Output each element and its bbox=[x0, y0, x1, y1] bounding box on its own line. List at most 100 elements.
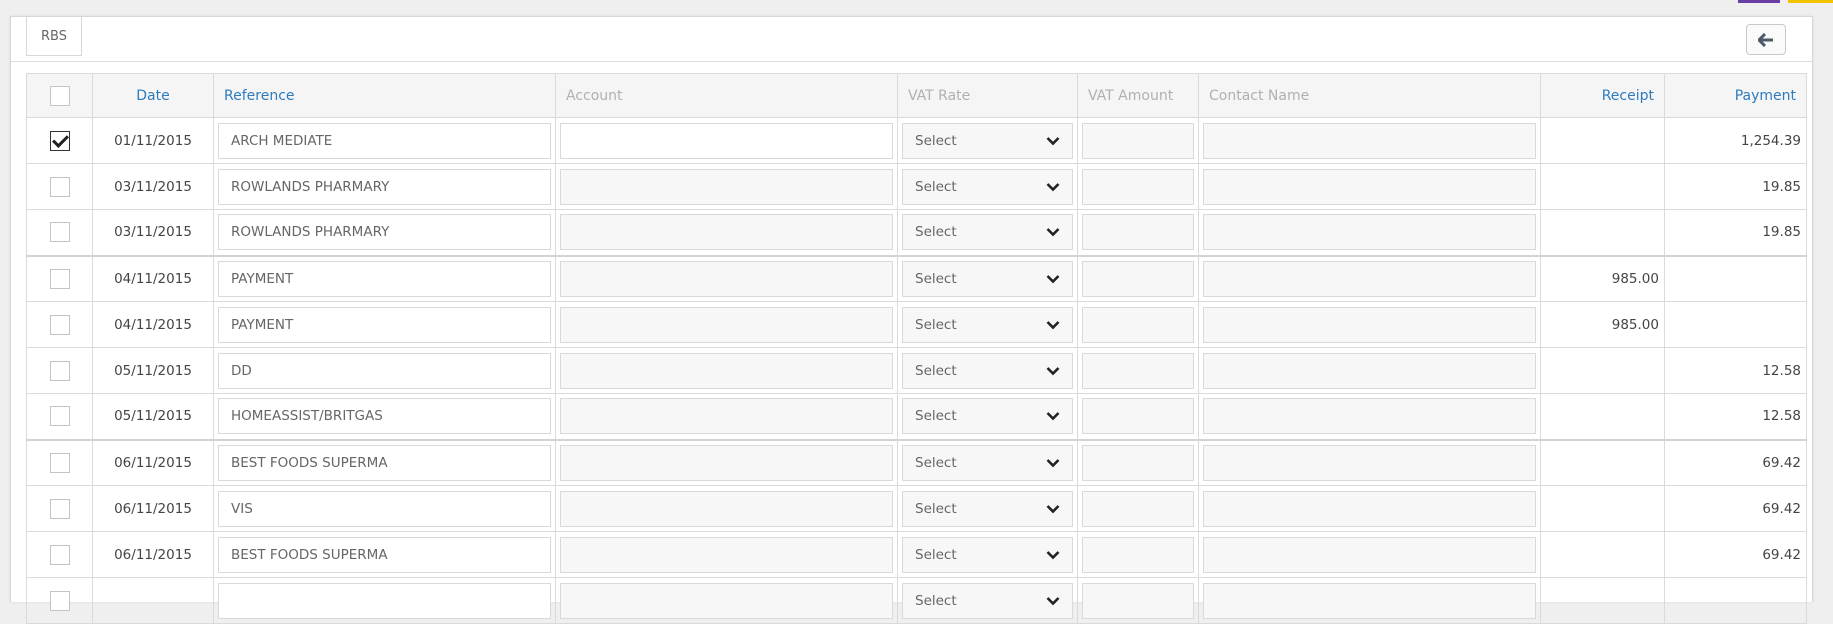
contact-name-field[interactable] bbox=[1203, 122, 1536, 159]
vat-rate-select[interactable]: Select bbox=[902, 398, 1073, 435]
account-field[interactable] bbox=[560, 490, 893, 527]
reference-field[interactable]: BEST FOODS SUPERMA bbox=[218, 536, 551, 573]
reference-field[interactable]: HOMEASSIST/BRITGAS bbox=[218, 398, 551, 435]
reference-field[interactable]: DD bbox=[218, 352, 551, 389]
vat-rate-select[interactable]: Select bbox=[902, 214, 1073, 251]
row-checkbox[interactable] bbox=[49, 498, 70, 519]
back-button[interactable] bbox=[1746, 24, 1786, 55]
row-checkbox[interactable] bbox=[49, 544, 70, 565]
vat-rate-select[interactable]: Select bbox=[902, 536, 1073, 573]
vat-amount-field[interactable] bbox=[1082, 168, 1194, 205]
contact-name-cell bbox=[1198, 531, 1541, 578]
account-field[interactable] bbox=[560, 536, 893, 573]
row-receipt bbox=[1540, 209, 1665, 256]
vat-rate-select[interactable]: Select bbox=[902, 444, 1073, 481]
vat-amount-field[interactable] bbox=[1082, 490, 1194, 527]
vat-amount-field[interactable] bbox=[1082, 306, 1194, 343]
vat-rate-select[interactable]: Select bbox=[902, 306, 1073, 343]
vat-amount-cell bbox=[1077, 117, 1199, 164]
vat-rate-select[interactable]: Select bbox=[902, 168, 1073, 205]
vat-rate-value: Select bbox=[915, 178, 957, 195]
corner-accent-purple bbox=[1738, 0, 1780, 3]
vat-amount-field[interactable] bbox=[1082, 398, 1194, 435]
column-header-reference[interactable]: Reference bbox=[213, 73, 556, 118]
vat-rate-cell: Select bbox=[897, 438, 1078, 486]
select-all-cell bbox=[26, 73, 93, 118]
contact-name-field[interactable] bbox=[1203, 260, 1536, 297]
row-checkbox[interactable] bbox=[49, 130, 70, 151]
vat-rate-select[interactable]: Select bbox=[902, 260, 1073, 297]
row-payment: 69.42 bbox=[1664, 438, 1807, 486]
tab-rbs[interactable]: RBS bbox=[26, 17, 82, 56]
account-field[interactable] bbox=[560, 168, 893, 205]
account-cell bbox=[555, 438, 898, 486]
vat-amount-cell bbox=[1077, 393, 1199, 440]
reference-field[interactable]: PAYMENT bbox=[218, 260, 551, 297]
contact-name-field[interactable] bbox=[1203, 490, 1536, 527]
row-receipt: 985.00 bbox=[1540, 254, 1665, 302]
row-payment: 12.58 bbox=[1664, 393, 1807, 440]
contact-name-cell bbox=[1198, 301, 1541, 348]
reference-field[interactable]: BEST FOODS SUPERMA bbox=[218, 444, 551, 481]
row-checkbox[interactable] bbox=[49, 268, 70, 289]
vat-rate-cell: Select bbox=[897, 393, 1078, 440]
row-receipt bbox=[1540, 438, 1665, 486]
vat-rate-select[interactable]: Select bbox=[902, 122, 1073, 159]
row-checkbox[interactable] bbox=[49, 360, 70, 381]
vat-rate-select[interactable]: Select bbox=[902, 352, 1073, 389]
account-field[interactable] bbox=[560, 260, 893, 297]
chevron-down-icon bbox=[1046, 228, 1060, 237]
chevron-down-icon bbox=[1046, 366, 1060, 375]
row-date: 04/11/2015 bbox=[92, 301, 214, 348]
contact-name-field[interactable] bbox=[1203, 444, 1536, 481]
account-field[interactable] bbox=[560, 122, 893, 159]
account-field[interactable] bbox=[560, 214, 893, 251]
contact-name-field[interactable] bbox=[1203, 168, 1536, 205]
row-checkbox[interactable] bbox=[49, 406, 70, 427]
row-select-cell bbox=[26, 117, 93, 164]
vat-amount-field[interactable] bbox=[1082, 352, 1194, 389]
column-header-receipt[interactable]: Receipt bbox=[1540, 73, 1665, 118]
vat-amount-field[interactable] bbox=[1082, 260, 1194, 297]
vat-amount-field[interactable] bbox=[1082, 536, 1194, 573]
table-row: 06/11/2015 VIS Select 69.42 bbox=[26, 485, 1807, 532]
vat-amount-field[interactable] bbox=[1082, 122, 1194, 159]
reference-cell: BEST FOODS SUPERMA bbox=[213, 531, 556, 578]
vat-rate-cell: Select bbox=[897, 209, 1078, 256]
table-row: 01/11/2015 ARCH MEDIATE Select 1,254.39 bbox=[26, 117, 1807, 164]
account-field[interactable] bbox=[560, 444, 893, 481]
reference-field[interactable]: ROWLANDS PHARMARY bbox=[218, 214, 551, 251]
contact-name-field[interactable] bbox=[1203, 214, 1536, 251]
vat-amount-field[interactable] bbox=[1082, 214, 1194, 251]
vat-rate-select[interactable]: Select bbox=[902, 490, 1073, 527]
table-row: 06/11/2015 BEST FOODS SUPERMA Select 69.42 bbox=[26, 438, 1807, 486]
contact-name-field[interactable] bbox=[1203, 352, 1536, 389]
reference-field[interactable]: PAYMENT bbox=[218, 306, 551, 343]
account-cell bbox=[555, 393, 898, 440]
row-checkbox[interactable] bbox=[49, 314, 70, 335]
account-field[interactable] bbox=[560, 306, 893, 343]
reference-field[interactable]: ARCH MEDIATE bbox=[218, 122, 551, 159]
arrow-left-icon bbox=[1758, 32, 1773, 47]
row-checkbox[interactable] bbox=[49, 452, 70, 473]
reference-field[interactable]: ROWLANDS PHARMARY bbox=[218, 168, 551, 205]
account-field[interactable] bbox=[560, 398, 893, 435]
contact-name-field[interactable] bbox=[1203, 306, 1536, 343]
reference-field[interactable]: VIS bbox=[218, 490, 551, 527]
select-all-checkbox[interactable] bbox=[49, 85, 70, 106]
row-receipt bbox=[1540, 531, 1665, 578]
column-header-payment[interactable]: Payment bbox=[1664, 73, 1807, 118]
vat-amount-field[interactable] bbox=[1082, 444, 1194, 481]
row-date: 03/11/2015 bbox=[92, 163, 214, 210]
row-checkbox[interactable] bbox=[49, 176, 70, 197]
contact-name-field[interactable] bbox=[1203, 398, 1536, 435]
account-field[interactable] bbox=[560, 352, 893, 389]
contact-name-field[interactable] bbox=[1203, 536, 1536, 573]
row-date: 04/11/2015 bbox=[92, 254, 214, 302]
row-receipt: 985.00 bbox=[1540, 301, 1665, 348]
row-date: 06/11/2015 bbox=[92, 438, 214, 486]
row-date: 05/11/2015 bbox=[92, 347, 214, 394]
row-checkbox[interactable] bbox=[49, 222, 70, 243]
column-header-date[interactable]: Date bbox=[92, 73, 214, 118]
contact-name-cell bbox=[1198, 438, 1541, 486]
